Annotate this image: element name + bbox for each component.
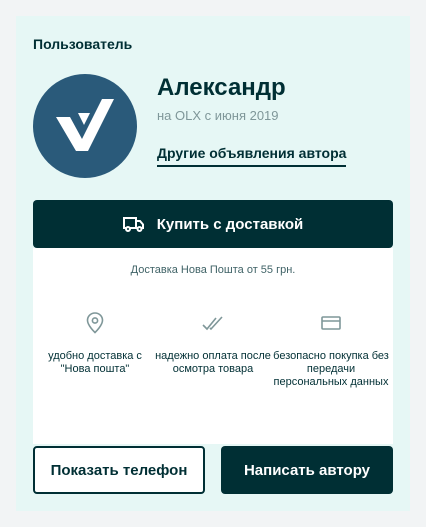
user-since: на OLX с июня 2019 bbox=[157, 108, 279, 123]
feature-text: безопасно покупка без передачи персональ… bbox=[273, 350, 389, 388]
seller-card: Пользователь Александр на OLX с июня 201… bbox=[16, 16, 410, 511]
truck-icon bbox=[122, 216, 145, 232]
feature-convenient: удобно доставка с "Нова пошта" bbox=[35, 312, 155, 376]
section-title: Пользователь bbox=[33, 36, 133, 52]
double-check-icon bbox=[153, 312, 273, 334]
other-ads-link[interactable]: Другие объявления автора bbox=[157, 145, 347, 167]
avatar bbox=[33, 74, 137, 178]
feature-text: удобно доставка с "Нова пошта" bbox=[48, 350, 142, 375]
buy-button-label: Купить с доставкой bbox=[156, 215, 304, 233]
delivery-panel: Доставка Нова Пошта от 55 грн. удобно до… bbox=[33, 248, 393, 444]
card-icon bbox=[271, 312, 391, 334]
location-pin-icon bbox=[35, 312, 155, 334]
buy-with-delivery-button[interactable]: Купить с доставкой bbox=[33, 200, 393, 248]
delivery-price: Доставка Нова Пошта от 55 грн. bbox=[130, 264, 296, 276]
write-author-button[interactable]: Написать автору bbox=[221, 446, 393, 494]
show-phone-button[interactable]: Показать телефон bbox=[33, 446, 205, 494]
avatar-logo-icon bbox=[56, 99, 114, 151]
user-name: Александр bbox=[157, 74, 286, 101]
feature-reliable: надежно оплата после осмотра товара bbox=[153, 312, 273, 376]
feature-safe: безопасно покупка без передачи персональ… bbox=[271, 312, 391, 389]
feature-text: надежно оплата после осмотра товара bbox=[155, 350, 271, 375]
